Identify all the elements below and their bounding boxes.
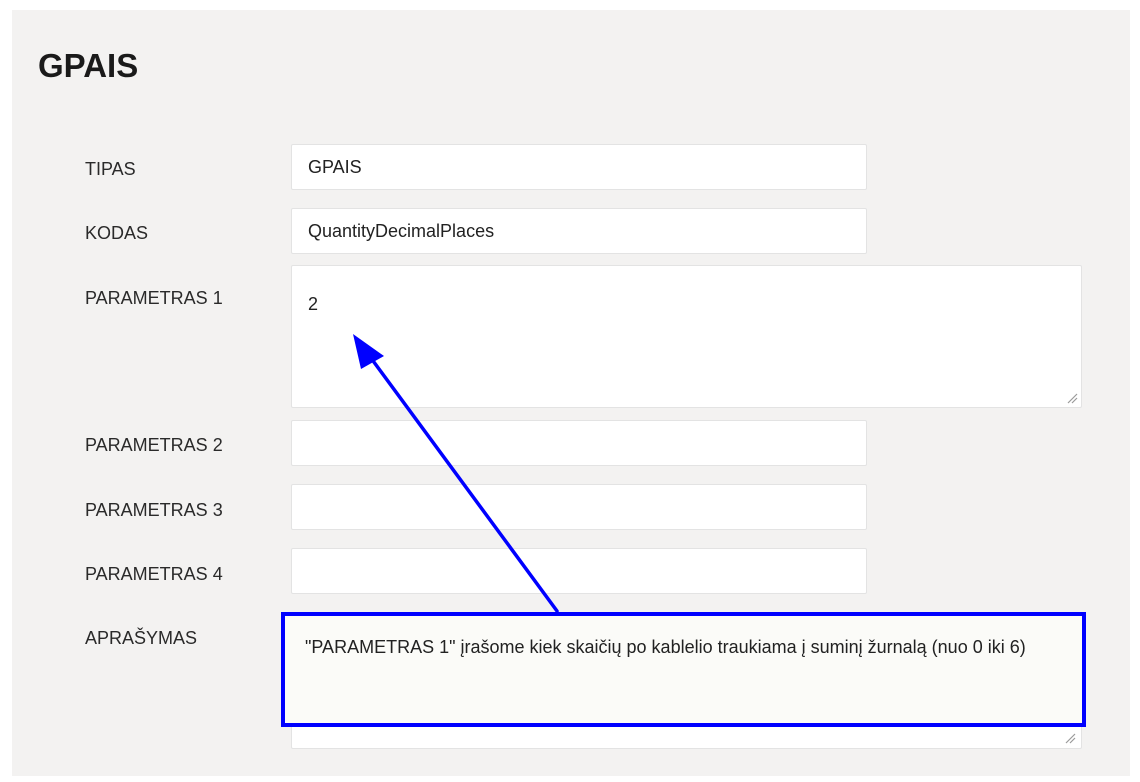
parametras-2-label: PARAMETRAS 2 [85, 435, 223, 455]
parametras-4-label: PARAMETRAS 4 [85, 564, 223, 584]
parametras-2-field[interactable] [291, 420, 867, 466]
parametras-1-label: PARAMETRAS 1 [85, 288, 223, 308]
tipas-field[interactable]: GPAIS [291, 144, 867, 190]
parametras-3-field[interactable] [291, 484, 867, 530]
parametras-3-label: PARAMETRAS 3 [85, 500, 223, 520]
resize-handle-icon[interactable] [1066, 392, 1078, 404]
tipas-label: TIPAS [85, 159, 136, 179]
annotation-callout: "PARAMETRAS 1" įrašome kiek skaičių po k… [281, 612, 1086, 727]
kodas-field[interactable]: QuantityDecimalPlaces [291, 208, 867, 254]
parametras-4-field[interactable] [291, 548, 867, 594]
parametras-1-textarea[interactable]: 2 [291, 265, 1082, 408]
aprasymas-label: APRAŠYMAS [85, 628, 198, 648]
resize-handle-icon[interactable] [1064, 732, 1076, 744]
kodas-label: KODAS [85, 223, 149, 243]
page-title: GPAIS [38, 47, 139, 84]
parametras-1-value: 2 [308, 294, 319, 314]
